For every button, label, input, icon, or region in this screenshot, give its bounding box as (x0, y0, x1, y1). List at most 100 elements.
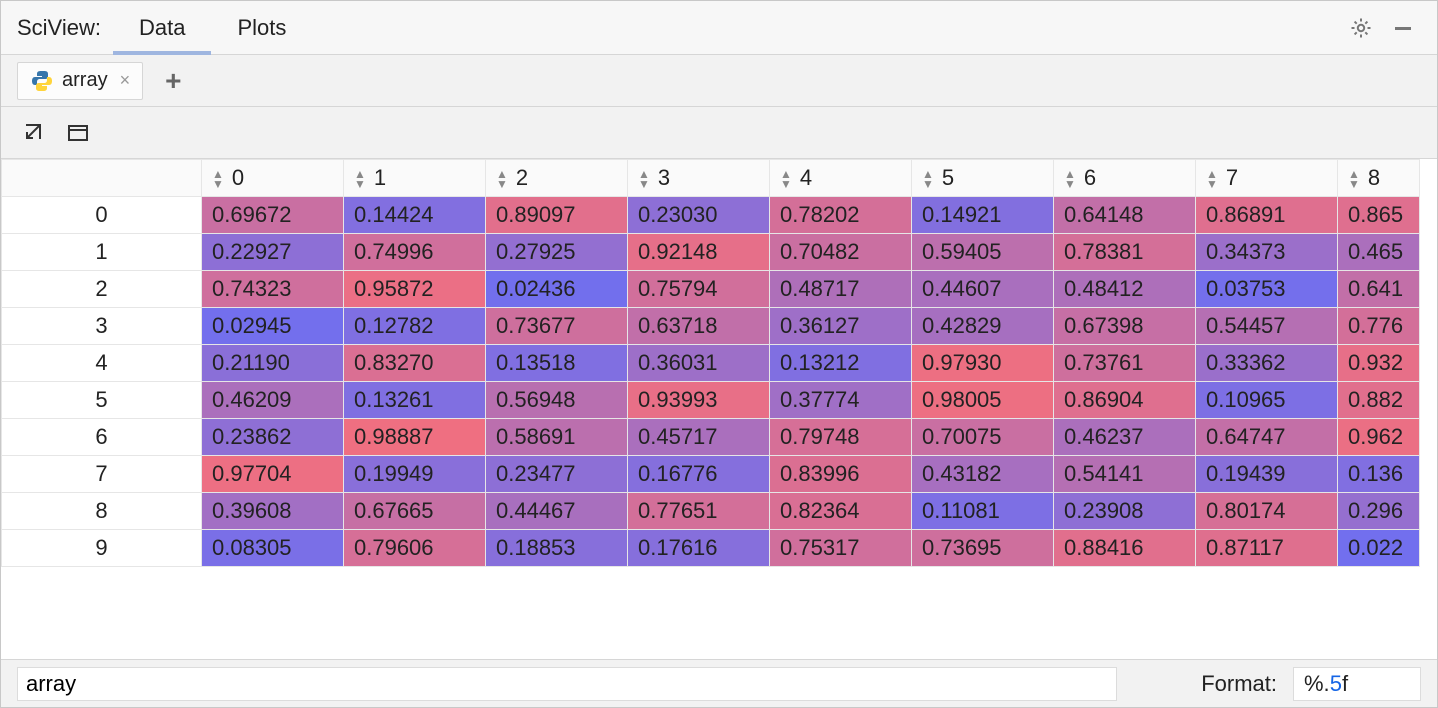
cell[interactable]: 0.641 (1338, 271, 1420, 308)
cell[interactable]: 0.46209 (202, 382, 344, 419)
cell[interactable]: 0.19949 (344, 456, 486, 493)
cell[interactable]: 0.865 (1338, 197, 1420, 234)
cell[interactable]: 0.33362 (1196, 345, 1338, 382)
cell[interactable]: 0.19439 (1196, 456, 1338, 493)
cell[interactable]: 0.36127 (770, 308, 912, 345)
cell[interactable]: 0.74323 (202, 271, 344, 308)
cell[interactable]: 0.86891 (1196, 197, 1338, 234)
gear-icon[interactable] (1343, 10, 1379, 46)
cell[interactable]: 0.86904 (1054, 382, 1196, 419)
row-header-4[interactable]: 4 (2, 345, 202, 382)
cell[interactable]: 0.70075 (912, 419, 1054, 456)
cell[interactable]: 0.73695 (912, 530, 1054, 567)
cell[interactable]: 0.776 (1338, 308, 1420, 345)
cell[interactable]: 0.23908 (1054, 493, 1196, 530)
cell[interactable]: 0.54141 (1054, 456, 1196, 493)
cell[interactable]: 0.962 (1338, 419, 1420, 456)
cell[interactable]: 0.87117 (1196, 530, 1338, 567)
cell[interactable]: 0.44607 (912, 271, 1054, 308)
cell[interactable]: 0.296 (1338, 493, 1420, 530)
cell[interactable]: 0.39608 (202, 493, 344, 530)
cell[interactable]: 0.70482 (770, 234, 912, 271)
cell[interactable]: 0.36031 (628, 345, 770, 382)
cell[interactable]: 0.77651 (628, 493, 770, 530)
cell[interactable]: 0.02436 (486, 271, 628, 308)
row-header-9[interactable]: 9 (2, 530, 202, 567)
cell[interactable]: 0.27925 (486, 234, 628, 271)
add-tab-icon[interactable]: + (165, 65, 181, 97)
col-header-0[interactable]: ▲▼0 (202, 160, 344, 197)
row-header-8[interactable]: 8 (2, 493, 202, 530)
cell[interactable]: 0.79606 (344, 530, 486, 567)
file-tab-array[interactable]: array × (17, 62, 143, 100)
cell[interactable]: 0.10965 (1196, 382, 1338, 419)
cell[interactable]: 0.932 (1338, 345, 1420, 382)
col-header-5[interactable]: ▲▼5 (912, 160, 1054, 197)
row-header-6[interactable]: 6 (2, 419, 202, 456)
cell[interactable]: 0.98887 (344, 419, 486, 456)
col-header-8[interactable]: ▲▼8 (1338, 160, 1420, 197)
cell[interactable]: 0.882 (1338, 382, 1420, 419)
cell[interactable]: 0.03753 (1196, 271, 1338, 308)
cell[interactable]: 0.46237 (1054, 419, 1196, 456)
cell[interactable]: 0.23477 (486, 456, 628, 493)
cell[interactable]: 0.14424 (344, 197, 486, 234)
cell[interactable]: 0.22927 (202, 234, 344, 271)
cell[interactable]: 0.465 (1338, 234, 1420, 271)
cell[interactable]: 0.83996 (770, 456, 912, 493)
cell[interactable]: 0.69672 (202, 197, 344, 234)
cell[interactable]: 0.93993 (628, 382, 770, 419)
cell[interactable]: 0.78381 (1054, 234, 1196, 271)
restore-layout-icon[interactable] (63, 118, 93, 148)
variable-name-input[interactable] (17, 667, 1117, 701)
row-header-5[interactable]: 5 (2, 382, 202, 419)
cell[interactable]: 0.23030 (628, 197, 770, 234)
cell[interactable]: 0.95872 (344, 271, 486, 308)
col-header-2[interactable]: ▲▼2 (486, 160, 628, 197)
cell[interactable]: 0.98005 (912, 382, 1054, 419)
cell[interactable]: 0.18853 (486, 530, 628, 567)
row-header-0[interactable]: 0 (2, 197, 202, 234)
cell[interactable]: 0.34373 (1196, 234, 1338, 271)
cell[interactable]: 0.82364 (770, 493, 912, 530)
cell[interactable]: 0.48717 (770, 271, 912, 308)
close-icon[interactable]: × (120, 70, 131, 91)
row-header-7[interactable]: 7 (2, 456, 202, 493)
cell[interactable]: 0.21190 (202, 345, 344, 382)
cell[interactable]: 0.80174 (1196, 493, 1338, 530)
cell[interactable]: 0.83270 (344, 345, 486, 382)
cell[interactable]: 0.16776 (628, 456, 770, 493)
cell[interactable]: 0.63718 (628, 308, 770, 345)
cell[interactable]: 0.11081 (912, 493, 1054, 530)
col-header-3[interactable]: ▲▼3 (628, 160, 770, 197)
cell[interactable]: 0.13212 (770, 345, 912, 382)
tab-plots[interactable]: Plots (211, 1, 312, 54)
cell[interactable]: 0.42829 (912, 308, 1054, 345)
cell[interactable]: 0.92148 (628, 234, 770, 271)
format-input[interactable]: %.5f (1293, 667, 1421, 701)
cell[interactable]: 0.73761 (1054, 345, 1196, 382)
cell[interactable]: 0.67398 (1054, 308, 1196, 345)
cell[interactable]: 0.89097 (486, 197, 628, 234)
minimize-icon[interactable] (1385, 10, 1421, 46)
cell[interactable]: 0.73677 (486, 308, 628, 345)
cell[interactable]: 0.17616 (628, 530, 770, 567)
cell[interactable]: 0.12782 (344, 308, 486, 345)
cell[interactable]: 0.64747 (1196, 419, 1338, 456)
cell[interactable]: 0.13261 (344, 382, 486, 419)
cell[interactable]: 0.74996 (344, 234, 486, 271)
col-header-7[interactable]: ▲▼7 (1196, 160, 1338, 197)
cell[interactable]: 0.58691 (486, 419, 628, 456)
cell[interactable]: 0.88416 (1054, 530, 1196, 567)
row-header-1[interactable]: 1 (2, 234, 202, 271)
cell[interactable]: 0.37774 (770, 382, 912, 419)
col-header-4[interactable]: ▲▼4 (770, 160, 912, 197)
cell[interactable]: 0.14921 (912, 197, 1054, 234)
cell[interactable]: 0.97704 (202, 456, 344, 493)
cell[interactable]: 0.136 (1338, 456, 1420, 493)
row-header-3[interactable]: 3 (2, 308, 202, 345)
popout-icon[interactable] (17, 118, 47, 148)
col-header-6[interactable]: ▲▼6 (1054, 160, 1196, 197)
col-header-1[interactable]: ▲▼1 (344, 160, 486, 197)
cell[interactable]: 0.97930 (912, 345, 1054, 382)
